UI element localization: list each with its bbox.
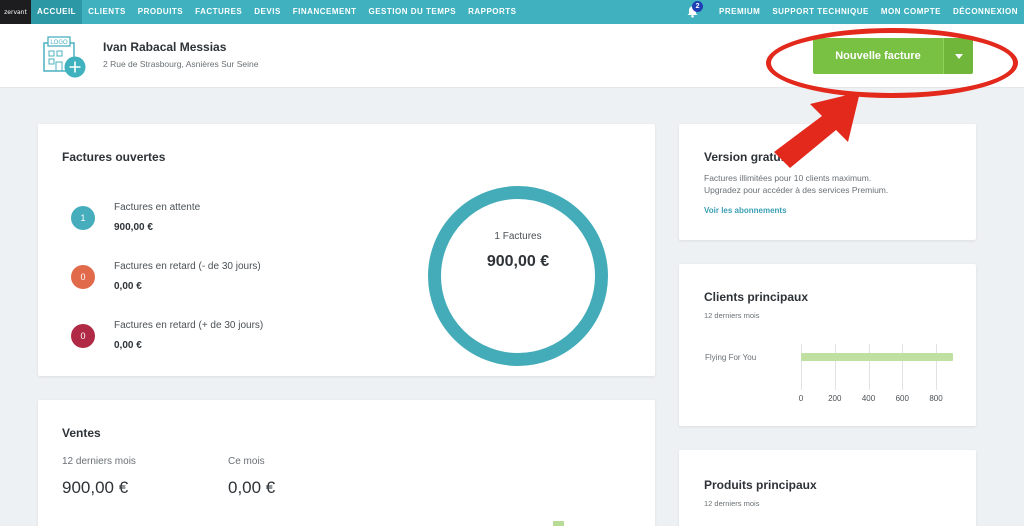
late-under-30-label[interactable]: Factures en retard (- de 30 jours) <box>114 261 261 272</box>
open-invoices-title: Factures ouvertes <box>62 150 166 164</box>
company-logo-placeholder[interactable]: LOGO <box>42 33 88 81</box>
nav-item-gestion-du-temps[interactable]: GESTION DU TEMPS <box>363 0 463 24</box>
notifications-button[interactable]: 2 <box>685 0 704 24</box>
x-tick-label: 0 <box>798 394 804 403</box>
nav-item-financement[interactable]: FINANCEMENT <box>287 0 363 24</box>
pending-invoices-label[interactable]: Factures en attente <box>114 202 200 213</box>
nav-item-support[interactable]: SUPPORT TECHNIQUE <box>766 0 875 24</box>
donut-invoice-count: 1 Factures <box>494 231 542 242</box>
sales-this-month-label: Ce mois <box>228 456 265 467</box>
pending-invoices-amount: 900,00 € <box>114 222 153 233</box>
sales-chart-bar <box>553 521 564 526</box>
free-version-text-line2: Upgradez pour accéder à des services Pre… <box>704 185 889 195</box>
nav-item-mon-compte[interactable]: MON COMPTE <box>875 0 947 24</box>
top-products-period: 12 derniers mois <box>704 499 760 508</box>
top-clients-title: Clients principaux <box>704 290 809 304</box>
nav-item-clients[interactable]: CLIENTS <box>82 0 132 24</box>
nav-item-accueil[interactable]: ACCUEIL <box>31 0 83 24</box>
top-products-title: Produits principaux <box>704 478 817 492</box>
top-navigation-bar: zervant ACCUEIL CLIENTS PRODUITS FACTURE… <box>0 0 1024 24</box>
client-bar[interactable] <box>801 353 953 361</box>
nav-item-premium[interactable]: PREMIUM <box>713 0 766 24</box>
building-logo-icon: LOGO <box>43 36 86 78</box>
late-under-30-count-badge: 0 <box>71 265 95 289</box>
donut-total-amount: 900,00 € <box>486 253 550 270</box>
late-under-30-amount: 0,00 € <box>114 281 142 292</box>
notification-badge: 2 <box>692 1 704 12</box>
x-tick-label: 800 <box>929 394 943 403</box>
sales-this-month-value: 0,00 € <box>228 478 276 497</box>
nav-item-deconnexion[interactable]: DÉCONNEXION <box>947 0 1024 24</box>
chart-gridline <box>936 344 937 390</box>
chart-gridline <box>801 344 802 390</box>
free-version-text-line1: Factures illimitées pour 10 clients maxi… <box>704 173 872 183</box>
x-tick-label: 200 <box>828 394 842 403</box>
top-clients-period: 12 derniers mois <box>704 311 760 320</box>
late-over-30-amount: 0,00 € <box>114 340 142 351</box>
client-category-label: Flying For You <box>705 353 757 362</box>
highlight-ellipse <box>766 28 1018 98</box>
sales-12-months-value: 900,00 € <box>62 478 129 497</box>
open-invoices-donut-chart <box>428 186 608 366</box>
nav-item-devis[interactable]: DEVIS <box>248 0 287 24</box>
nav-item-produits[interactable]: PRODUITS <box>132 0 189 24</box>
x-tick-label: 600 <box>895 394 909 403</box>
sales-12-months-label: 12 derniers mois <box>62 456 136 467</box>
nav-item-factures[interactable]: FACTURES <box>189 0 248 24</box>
chart-gridline <box>902 344 904 390</box>
svg-text:LOGO: LOGO <box>50 40 68 46</box>
company-name: Ivan Rabacal Messias <box>103 40 227 54</box>
company-address: 2 Rue de Strasbourg, Asnières Sur Seine <box>103 59 259 69</box>
late-over-30-count-badge: 0 <box>71 324 95 348</box>
sales-title: Ventes <box>62 426 101 440</box>
x-tick-label: 400 <box>861 394 876 403</box>
red-arrow-icon <box>774 92 860 168</box>
chart-gridline <box>834 344 836 390</box>
nav-right-group: 2 PREMIUM SUPPORT TECHNIQUE MON COMPTE D… <box>685 0 1024 24</box>
late-over-30-label[interactable]: Factures en retard (+ de 30 jours) <box>114 320 263 331</box>
see-subscriptions-link[interactable]: Voir les abonnements <box>704 206 787 215</box>
chart-gridline <box>868 344 870 390</box>
pending-count-badge: 1 <box>71 206 95 230</box>
app-logo[interactable]: zervant <box>0 0 31 24</box>
nav-item-rapports[interactable]: RAPPORTS <box>462 0 522 24</box>
